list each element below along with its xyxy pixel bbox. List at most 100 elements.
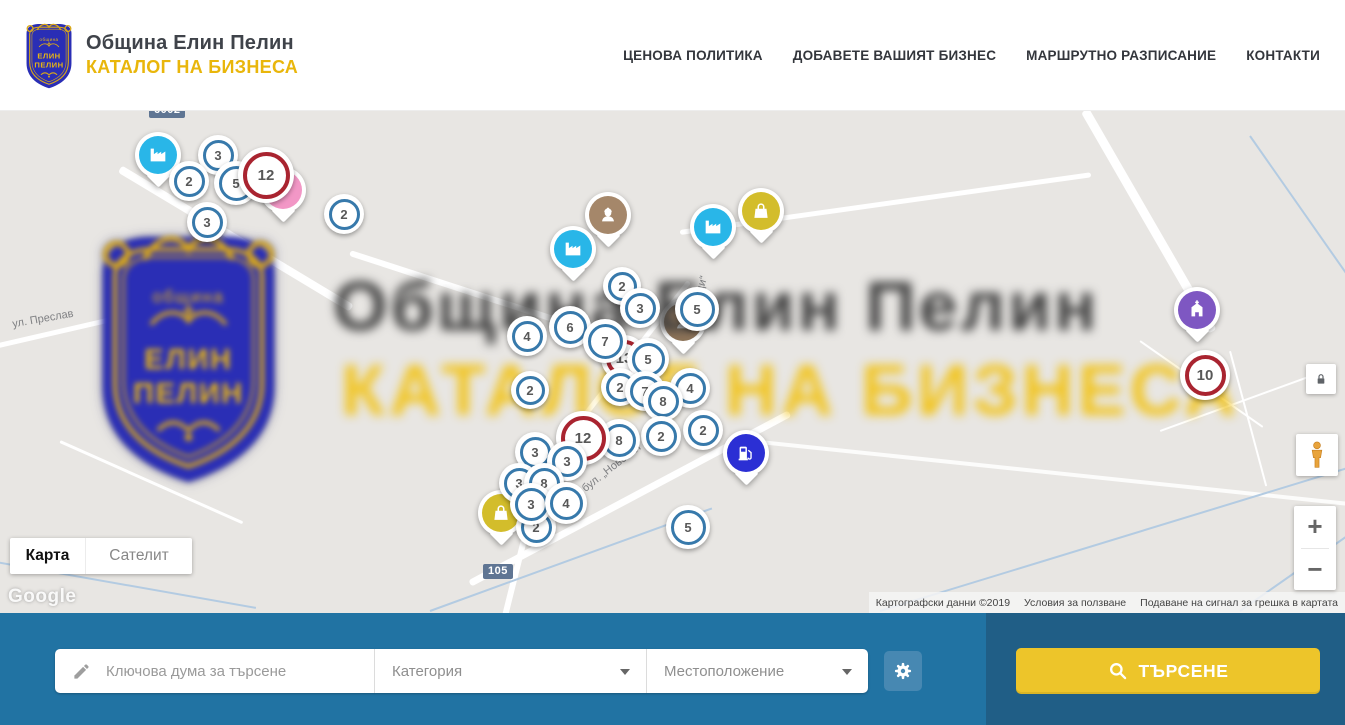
map-road [59, 440, 243, 524]
lock-control-button[interactable] [1306, 364, 1336, 394]
category-dropdown[interactable]: Категория [375, 649, 646, 693]
cluster-count: 3 [625, 293, 656, 324]
zoom-in-button[interactable]: + [1294, 506, 1336, 548]
search-bar: Категория Местоположение [0, 613, 1345, 725]
factory-icon [139, 136, 177, 174]
chevron-down-icon [842, 669, 852, 675]
site-subtitle: КАТАЛОГ НА БИЗНЕСА [86, 57, 298, 78]
keyword-field[interactable] [55, 649, 374, 693]
factory-category-pin[interactable] [550, 226, 596, 272]
pencil-icon [72, 662, 91, 681]
attribution-report-link[interactable]: Подаване на сигнал за грешка в картата [1133, 597, 1345, 609]
attribution-data: Картографски данни ©2019 [869, 597, 1017, 609]
cluster-marker[interactable]: 2 [324, 194, 364, 234]
lock-icon [1313, 371, 1329, 387]
cluster-count: 10 [1185, 355, 1226, 396]
cluster-marker[interactable]: 4 [507, 316, 547, 356]
cluster-marker[interactable]: 2 [169, 161, 209, 201]
map-attribution: Картографски данни ©2019 Условия за полз… [869, 592, 1345, 613]
cluster-marker[interactable]: 2 [683, 410, 723, 450]
cluster-count: 2 [516, 376, 545, 405]
shopping-bag-icon [742, 192, 780, 230]
cluster-count: 8 [648, 386, 679, 417]
cluster-count: 3 [515, 488, 548, 521]
search-button-panel: ТЪРСЕНЕ [986, 613, 1345, 725]
brand-logo[interactable]: община ЕЛИН ПЕЛИН Община Елин Пелин КАТА… [22, 20, 298, 91]
road-number-badge: 6002 [149, 110, 185, 118]
watermark-crest: община ЕЛИН ПЕЛИН [86, 222, 291, 492]
cluster-count: 5 [671, 510, 706, 545]
cluster-marker[interactable]: 7 [583, 319, 627, 363]
svg-text:ЕЛИН: ЕЛИН [144, 344, 232, 376]
header: община ЕЛИН ПЕЛИН Община Елин Пелин КАТА… [0, 0, 1345, 111]
cluster-marker[interactable]: 5 [675, 287, 719, 331]
cluster-marker[interactable]: 12 [238, 147, 294, 203]
church-category-pin[interactable] [1174, 287, 1220, 333]
cluster-count: 12 [243, 152, 290, 199]
cluster-count: 2 [329, 199, 360, 230]
cluster-count: 4 [512, 321, 543, 352]
worker-icon [589, 196, 627, 234]
category-dropdown-value: Категория [392, 663, 462, 680]
nav-route-schedule[interactable]: МАРШРУТНО РАЗПИСАНИЕ [1026, 48, 1216, 63]
cluster-count: 2 [688, 415, 719, 446]
attribution-terms-link[interactable]: Условия за ползване [1017, 597, 1133, 609]
cluster-count: 4 [550, 487, 583, 520]
shopping-bag-category-pin[interactable] [738, 188, 784, 234]
google-logo[interactable]: Google [8, 586, 76, 608]
search-fields: Категория Местоположение [55, 649, 868, 693]
cluster-count: 7 [588, 324, 623, 359]
cluster-marker[interactable]: 8 [643, 381, 683, 421]
worker-category-pin[interactable] [585, 192, 631, 238]
pegman-icon [1304, 440, 1330, 470]
cluster-marker[interactable]: 3 [187, 202, 227, 242]
municipality-crest-icon: община ЕЛИН ПЕЛИН [22, 20, 76, 91]
map-type-satellite-button[interactable]: Сателит [85, 538, 192, 574]
cluster-marker[interactable]: 3 [620, 288, 660, 328]
map-type-control: Карта Сателит [10, 538, 192, 574]
cluster-marker[interactable]: 5 [666, 505, 710, 549]
cluster-count: 5 [680, 292, 715, 327]
cluster-count: 2 [174, 166, 205, 197]
site-title: Община Елин Пелин [86, 32, 298, 55]
fuel-icon [727, 434, 765, 472]
advanced-settings-button[interactable] [884, 651, 922, 691]
svg-text:ПЕЛИН: ПЕЛИН [133, 378, 244, 410]
map-canvas[interactable]: ул. Преслав бул. „Новосел ци“ 6002 105 о… [0, 110, 1345, 613]
street-view-pegman-button[interactable] [1296, 434, 1338, 476]
fuel-category-pin[interactable] [723, 430, 769, 476]
map-type-map-button[interactable]: Карта [10, 538, 85, 574]
church-icon [1178, 291, 1216, 329]
nav-contacts[interactable]: КОНТАКТИ [1246, 48, 1320, 63]
cluster-marker[interactable]: 2 [641, 416, 681, 456]
svg-text:ПЕЛИН: ПЕЛИН [34, 60, 63, 69]
location-dropdown[interactable]: Местоположение [647, 649, 868, 693]
search-button[interactable]: ТЪРСЕНЕ [1016, 648, 1320, 694]
cluster-count: 2 [646, 421, 677, 452]
location-dropdown-value: Местоположение [664, 663, 784, 680]
factory-category-pin[interactable] [690, 204, 736, 250]
cluster-count: 6 [554, 311, 587, 344]
page: община ЕЛИН ПЕЛИН Община Елин Пелин КАТА… [0, 0, 1345, 725]
chevron-down-icon [620, 669, 630, 675]
factory-icon [554, 230, 592, 268]
search-icon [1108, 661, 1128, 681]
search-button-label: ТЪРСЕНЕ [1139, 661, 1229, 682]
cluster-marker[interactable]: 2 [511, 371, 549, 409]
nav-add-your-business[interactable]: ДОБАВЕТЕ ВАШИЯТ БИЗНЕС [793, 48, 996, 63]
zoom-control: + − [1294, 506, 1336, 590]
nav-pricing-policy[interactable]: ЦЕНОВА ПОЛИТИКА [623, 48, 763, 63]
main-nav: ЦЕНОВА ПОЛИТИКА ДОБАВЕТЕ ВАШИЯТ БИЗНЕС М… [623, 48, 1320, 63]
svg-text:ЕЛИН: ЕЛИН [37, 51, 60, 60]
keyword-input[interactable] [104, 662, 348, 681]
factory-icon [694, 208, 732, 246]
svg-text:община: община [40, 37, 59, 42]
cluster-count: 3 [192, 207, 223, 238]
zoom-out-button[interactable]: − [1294, 549, 1336, 591]
road-number-badge: 105 [483, 564, 513, 579]
map-boundary-line [1249, 135, 1345, 292]
cluster-marker[interactable]: 4 [545, 482, 587, 524]
map-road [1229, 351, 1267, 487]
cluster-marker[interactable]: 10 [1180, 350, 1230, 400]
watermark-subtitle: КАТАЛОГ НА БИЗНЕСА [341, 350, 1240, 432]
